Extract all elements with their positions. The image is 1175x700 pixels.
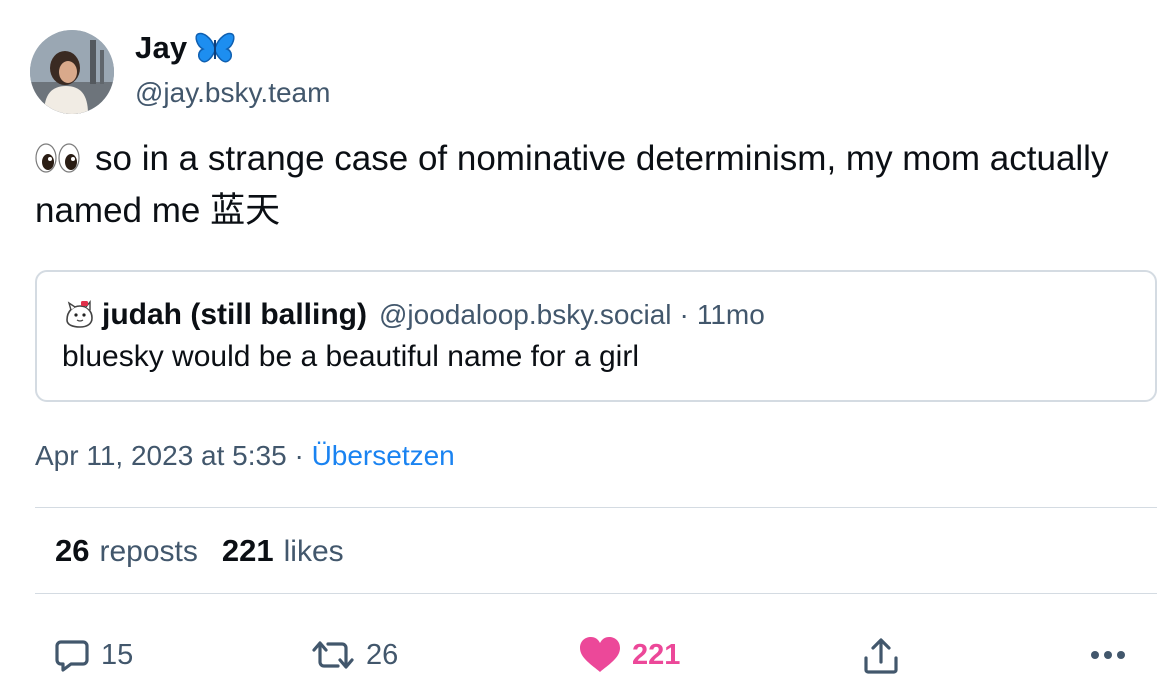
post-timestamp: Apr 11, 2023 at 5:35 xyxy=(35,440,287,471)
reposts-count: 26 xyxy=(55,533,90,568)
quoted-author-name[interactable]: judah (still balling) xyxy=(102,298,367,332)
likes-count: 221 xyxy=(221,533,274,568)
reposts-label: reposts xyxy=(99,535,198,568)
quoted-post-header: judah (still balling) @joodaloop.bsky.so… xyxy=(62,298,765,332)
post-body: so in a strange case of nominative deter… xyxy=(35,133,1145,237)
quoted-post-time: 11mo xyxy=(696,299,765,330)
quoted-separator: · xyxy=(679,299,689,330)
post-text: so in a strange case of nominative deter… xyxy=(35,139,1109,230)
person-photo-avatar-icon xyxy=(30,30,114,114)
repost-count: 26 xyxy=(366,638,399,671)
reply-count: 15 xyxy=(101,638,134,671)
author-handle[interactable]: @jay.bsky.team xyxy=(135,77,330,109)
like-count: 221 xyxy=(632,638,681,671)
post-thread-view: Jay @jay.bsky.team so in a strange case … xyxy=(0,0,1175,700)
divider xyxy=(35,507,1157,508)
eyes-emoji-icon xyxy=(35,142,81,174)
likes-label: likes xyxy=(283,535,344,568)
translate-link[interactable]: Übersetzen xyxy=(312,440,455,471)
repost-button[interactable]: 26 xyxy=(310,636,398,674)
speech-bubble-icon xyxy=(53,636,91,674)
share-upload-icon xyxy=(862,636,900,676)
more-options-button[interactable] xyxy=(1088,636,1128,674)
meta-separator: · xyxy=(294,440,304,471)
cartoon-animal-avatar-icon[interactable] xyxy=(62,298,102,332)
reposts-stat[interactable]: 26 reposts xyxy=(55,533,198,569)
quoted-post-card[interactable]: judah (still balling) @joodaloop.bsky.so… xyxy=(35,270,1157,402)
likes-stat[interactable]: 221 likes xyxy=(222,533,344,569)
heart-icon xyxy=(578,636,622,674)
engagement-stats: 26 reposts 221 likes xyxy=(55,533,344,569)
quoted-post-text: bluesky would be a beautiful name for a … xyxy=(62,340,640,373)
author-avatar[interactable] xyxy=(30,30,114,114)
divider xyxy=(35,593,1157,594)
blue-butterfly-icon xyxy=(195,31,235,65)
author-name-row: Jay xyxy=(135,30,235,66)
repost-arrows-icon xyxy=(310,636,356,674)
share-button[interactable] xyxy=(862,636,900,676)
author-display-name[interactable]: Jay xyxy=(135,30,187,66)
like-button[interactable]: 221 xyxy=(578,636,680,674)
quoted-author-handle[interactable]: @joodaloop.bsky.social xyxy=(379,299,672,331)
post-meta: Apr 11, 2023 at 5:35 · Übersetzen xyxy=(35,440,455,472)
reply-button[interactable]: 15 xyxy=(53,636,133,674)
ellipsis-icon xyxy=(1088,636,1128,674)
